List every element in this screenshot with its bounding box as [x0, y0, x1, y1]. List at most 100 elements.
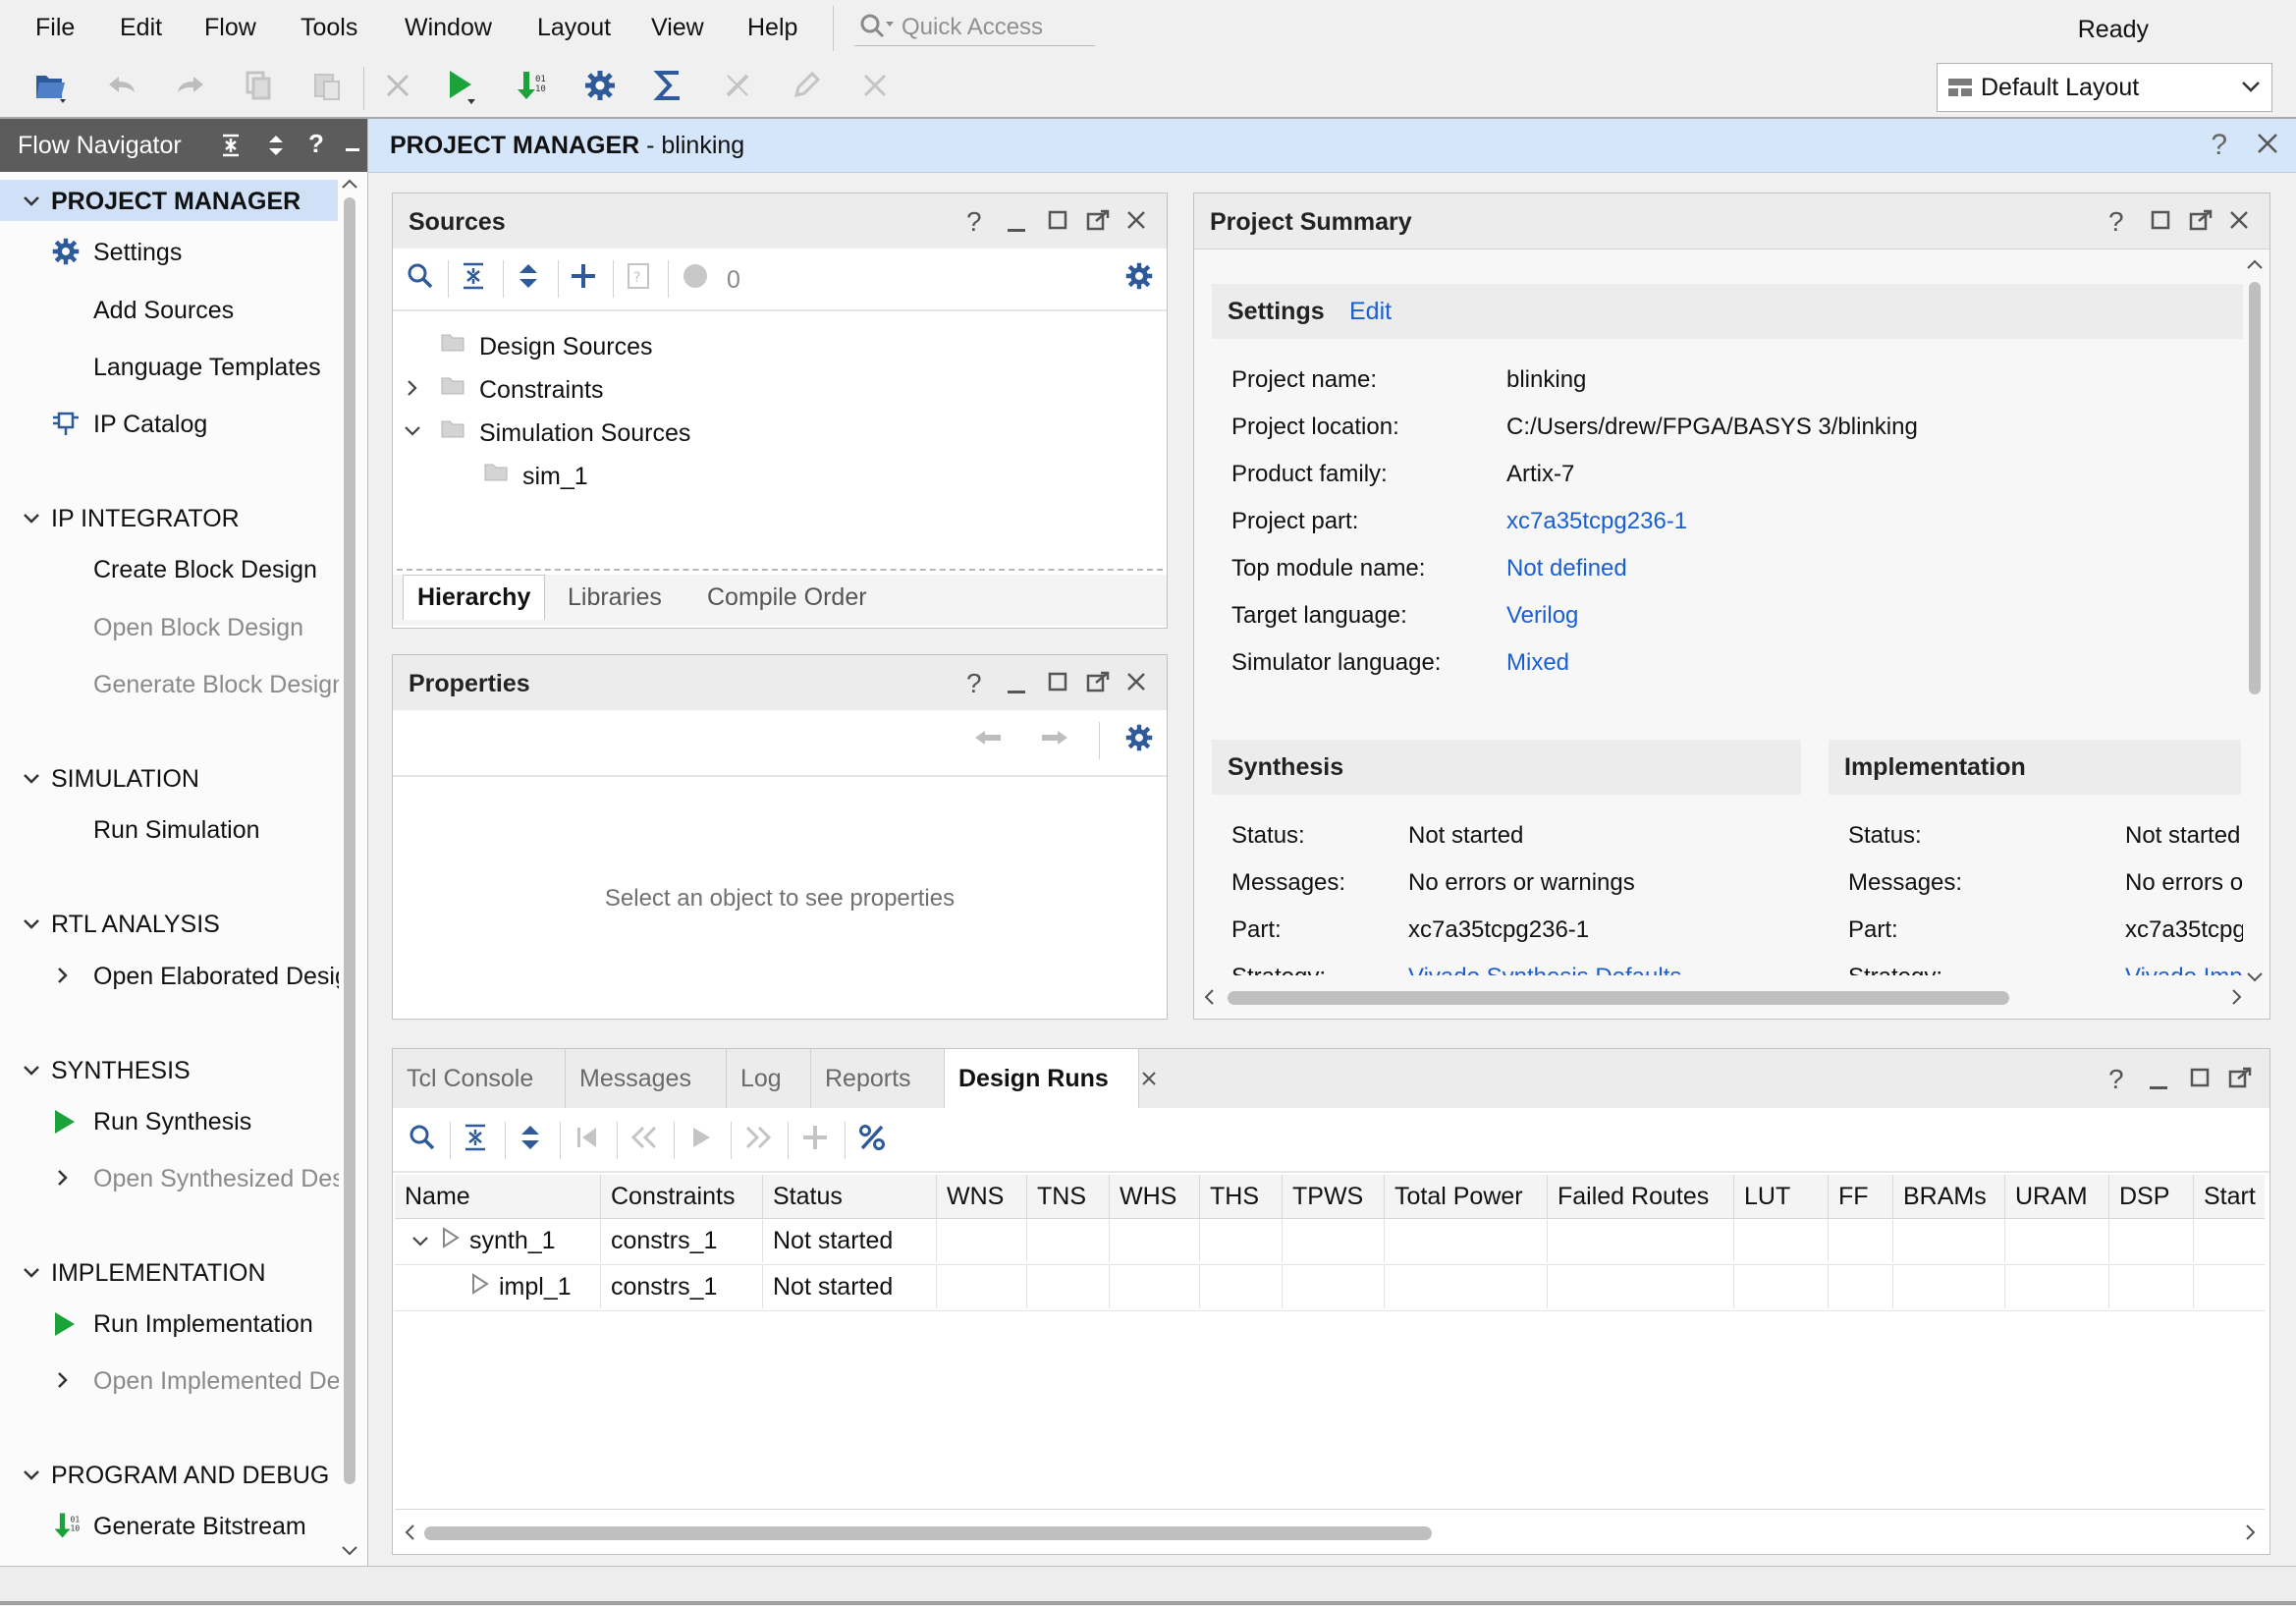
tab-messages[interactable]: Messages — [566, 1049, 727, 1108]
toggle-a-button[interactable] — [713, 61, 762, 114]
redo-button[interactable] — [165, 61, 214, 114]
column-header[interactable]: FF — [1829, 1175, 1893, 1218]
minimize-icon[interactable] — [2150, 1086, 2167, 1089]
chevron-right-icon[interactable] — [2243, 1523, 2259, 1547]
properties-settings-button[interactable] — [1121, 722, 1157, 757]
top-module-link[interactable]: Not defined — [1506, 555, 1627, 582]
chevron-down-icon[interactable] — [403, 423, 422, 444]
chevron-down-icon[interactable] — [340, 1543, 359, 1564]
chevron-up-icon[interactable] — [2245, 256, 2265, 277]
edit-settings-link[interactable]: Edit — [1349, 298, 1392, 326]
copy-button[interactable] — [234, 61, 283, 114]
delete-button[interactable] — [373, 61, 422, 114]
chevron-left-icon[interactable] — [403, 1523, 418, 1547]
flow-item-open-block-design[interactable]: Open Block Design — [93, 614, 303, 642]
collapse-all-button[interactable] — [456, 260, 491, 296]
open-project-button[interactable] — [26, 61, 75, 114]
menu-flow[interactable]: Flow — [204, 14, 256, 42]
help-icon[interactable]: ? — [966, 206, 982, 238]
paste-button[interactable] — [302, 61, 352, 114]
status-badge[interactable] — [678, 260, 713, 296]
chevron-right-icon[interactable] — [2229, 987, 2245, 1012]
tab-log[interactable]: Log — [727, 1049, 811, 1108]
flow-item-open-elaborated-design[interactable]: Open Elaborated Design — [93, 963, 339, 991]
quick-access-search[interactable]: Quick Access — [854, 6, 1095, 46]
column-header[interactable]: Failed Routes — [1548, 1175, 1734, 1218]
minimize-icon[interactable] — [1008, 229, 1025, 232]
undo-button[interactable] — [98, 61, 147, 114]
toggle-b-button[interactable] — [782, 61, 831, 114]
help-icon[interactable]: ? — [966, 668, 982, 699]
section-implementation[interactable]: IMPLEMENTATION — [22, 1259, 266, 1288]
close-icon[interactable] — [2255, 131, 2280, 161]
column-header[interactable]: THS — [1200, 1175, 1283, 1218]
project-part-link[interactable]: xc7a35tcpg236-1 — [1506, 508, 1687, 535]
flow-nav-scrollbar-thumb[interactable] — [344, 197, 355, 1484]
tree-design-sources[interactable]: Design Sources — [479, 333, 652, 361]
help-icon[interactable]: ? — [308, 129, 324, 159]
column-header[interactable]: Constraints — [601, 1175, 763, 1218]
float-icon[interactable] — [2228, 1067, 2252, 1093]
tab-tcl-console[interactable]: Tcl Console — [393, 1049, 566, 1108]
close-icon[interactable] — [2228, 209, 2250, 236]
chevron-left-icon[interactable] — [1202, 987, 1218, 1012]
section-synthesis[interactable]: SYNTHESIS — [22, 1057, 191, 1085]
flow-item-run-implementation[interactable]: Run Implementation — [93, 1310, 313, 1339]
summary-vscroll-thumb[interactable] — [2249, 282, 2261, 694]
fast-forward-button[interactable] — [740, 1122, 776, 1157]
design-runs-hscroll-thumb[interactable] — [424, 1526, 1432, 1540]
column-header[interactable]: DSP — [2109, 1175, 2194, 1218]
add-sources-button[interactable] — [566, 260, 601, 296]
section-simulation[interactable]: SIMULATION — [22, 765, 199, 794]
section-ip-integrator[interactable]: IP INTEGRATOR — [22, 505, 240, 533]
tab-libraries[interactable]: Libraries — [568, 583, 662, 612]
design-runs-hscroll[interactable] — [403, 1523, 2259, 1542]
column-header[interactable]: BRAMs — [1893, 1175, 2005, 1218]
menu-window[interactable]: Window — [405, 14, 492, 42]
add-run-button[interactable] — [797, 1122, 833, 1157]
tab-reports[interactable]: Reports — [811, 1049, 945, 1108]
tree-sim-1[interactable]: sim_1 — [522, 463, 588, 491]
float-icon[interactable] — [2189, 209, 2213, 236]
float-icon[interactable] — [1086, 209, 1110, 236]
flow-item-settings[interactable]: Settings — [93, 239, 182, 267]
column-header[interactable]: WNS — [937, 1175, 1027, 1218]
summary-hscroll[interactable] — [1202, 987, 2245, 1007]
section-program-and-debug[interactable]: PROGRAM AND DEBUG — [22, 1462, 329, 1490]
forward-button[interactable] — [1037, 722, 1072, 757]
help-icon[interactable]: ? — [2211, 129, 2227, 162]
table-row[interactable]: synth_1 constrs_1 Not started — [395, 1219, 2265, 1264]
expand-all-button[interactable] — [513, 1122, 548, 1157]
simulator-language-link[interactable]: Mixed — [1506, 649, 1569, 677]
column-header[interactable]: Start — [2194, 1175, 2265, 1218]
search-button[interactable] — [403, 260, 438, 296]
column-header[interactable]: TPWS — [1283, 1175, 1385, 1218]
menu-view[interactable]: View — [651, 14, 704, 42]
tab-hierarchy[interactable]: Hierarchy — [403, 575, 546, 620]
menu-tools[interactable]: Tools — [301, 14, 357, 42]
settings-button[interactable] — [575, 61, 625, 114]
maximize-icon[interactable] — [2150, 209, 2171, 236]
chevron-up-icon[interactable] — [340, 176, 359, 196]
rewind-button[interactable] — [627, 1122, 662, 1157]
sources-settings-button[interactable] — [1121, 260, 1157, 296]
menu-edit[interactable]: Edit — [120, 14, 162, 42]
synthesis-strategy-link[interactable]: Vivado Synthesis Defaults — [1408, 964, 1681, 975]
tab-compile-order[interactable]: Compile Order — [707, 583, 867, 612]
tree-constraints[interactable]: Constraints — [479, 376, 603, 405]
search-button[interactable] — [405, 1122, 440, 1157]
maximize-icon[interactable] — [1047, 671, 1068, 697]
flow-item-generate-bitstream[interactable]: Generate Bitstream — [93, 1513, 306, 1541]
tree-simulation-sources[interactable]: Simulation Sources — [479, 419, 690, 448]
flow-item-language-templates[interactable]: Language Templates — [93, 354, 321, 382]
percent-button[interactable] — [854, 1122, 890, 1157]
column-header[interactable]: Total Power — [1385, 1175, 1548, 1218]
column-header[interactable]: Name — [395, 1175, 601, 1218]
flow-item-run-simulation[interactable]: Run Simulation — [93, 816, 260, 845]
layout-select[interactable]: Default Layout — [1937, 63, 2272, 112]
report-button[interactable] — [644, 61, 693, 114]
float-icon[interactable] — [1086, 671, 1110, 697]
chevron-down-icon[interactable] — [410, 1220, 440, 1263]
collapse-all-icon[interactable] — [220, 133, 242, 163]
chevron-right-icon[interactable] — [55, 1168, 71, 1192]
